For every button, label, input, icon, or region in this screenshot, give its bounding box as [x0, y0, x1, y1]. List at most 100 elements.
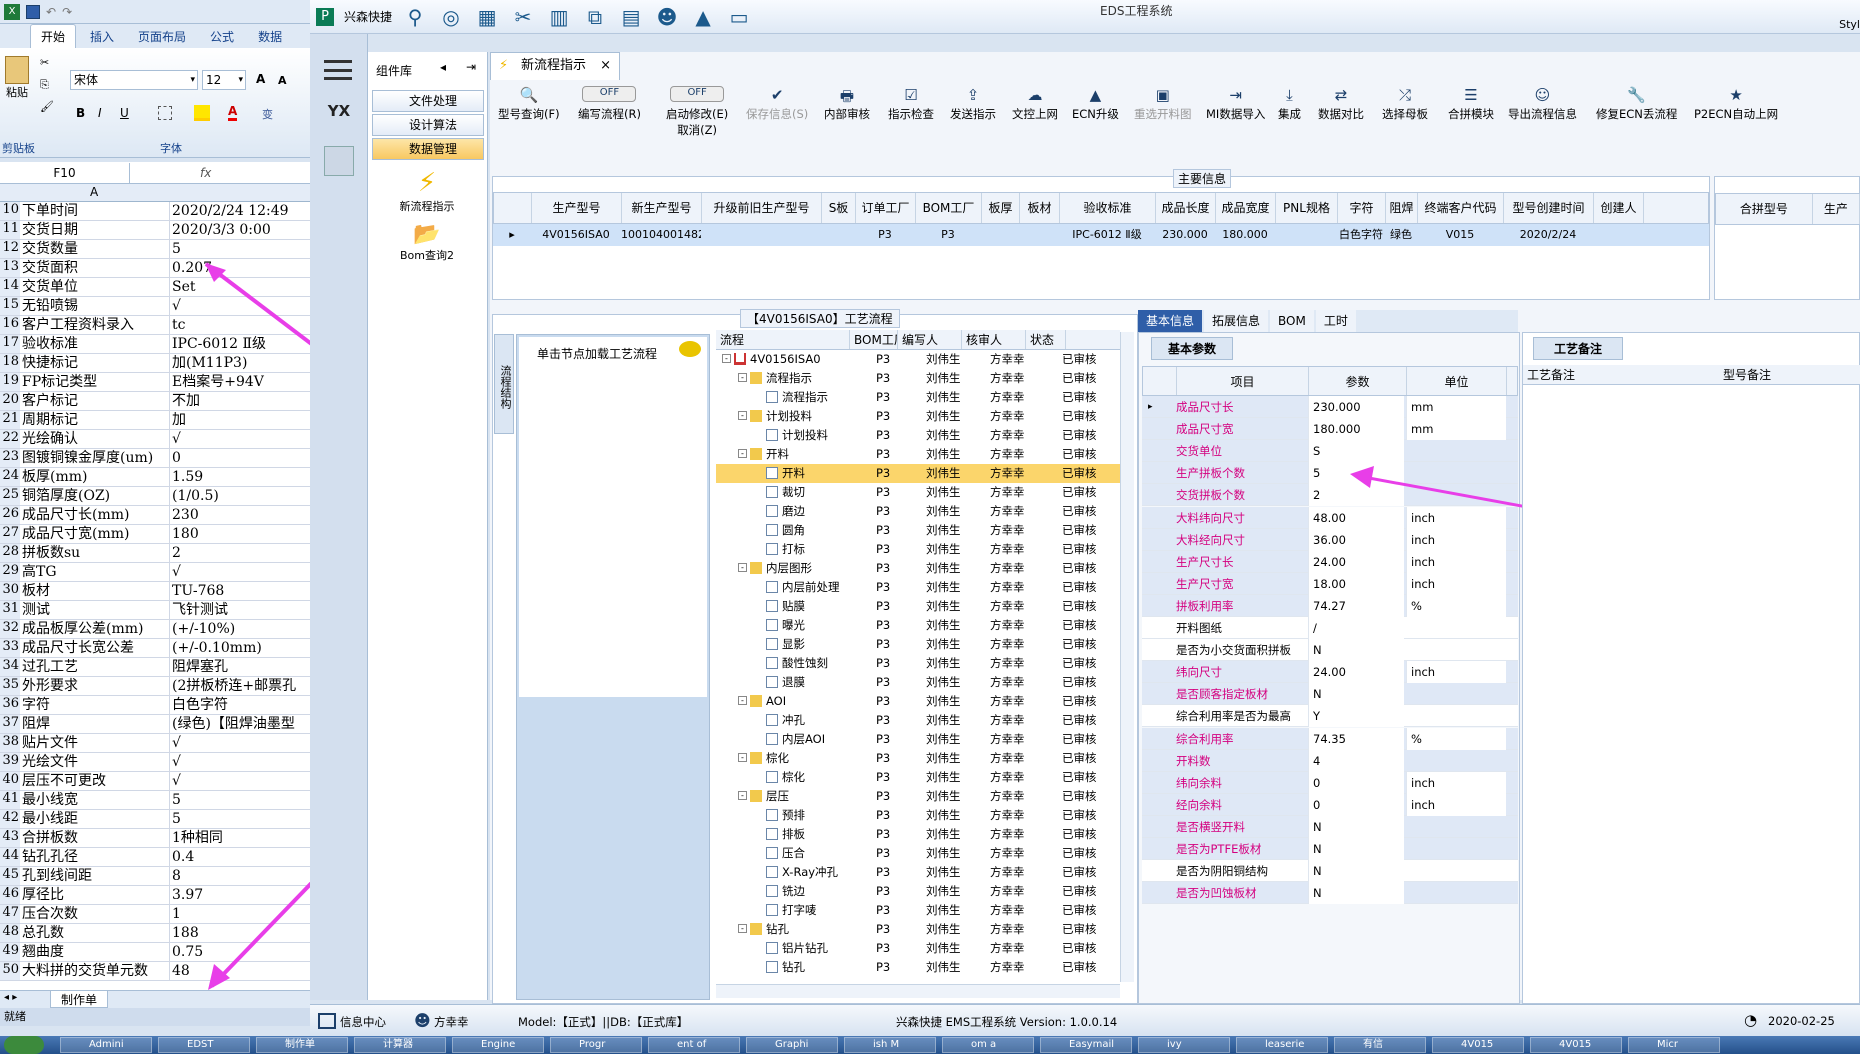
grid-cell[interactable]: 10010400148277	[621, 224, 701, 246]
tree-node[interactable]: 计划投料 P3 刘伟生 方幸幸 已审核	[716, 426, 1120, 445]
tree-node[interactable]: 铣边 P3 刘伟生 方幸幸 已审核	[716, 882, 1120, 901]
param-value[interactable]: 24.00	[1308, 550, 1404, 573]
param-value[interactable]: 74.27	[1308, 594, 1404, 617]
toolbar-button[interactable]: 🔧 修复ECN丢流程	[1596, 86, 1677, 122]
excel-tab-layout[interactable]: 页面布局	[128, 25, 196, 48]
param-value[interactable]: /	[1308, 617, 1404, 639]
tree-node[interactable]: 冲孔 P3 刘伟生 方幸幸 已审核	[716, 711, 1120, 730]
param-row[interactable]: 大料经向尺寸 36.00 inch	[1142, 528, 1518, 551]
excel-tab-insert[interactable]: 插入	[80, 25, 124, 48]
film-icon[interactable]: ▥	[546, 4, 572, 30]
grid-col-header[interactable]: 创建人	[1594, 193, 1644, 223]
params-col-header[interactable]: 项目	[1177, 367, 1309, 395]
table-icon[interactable]: ▦	[474, 4, 500, 30]
taskbar-item[interactable]: ish M	[844, 1037, 936, 1053]
name-box[interactable]: F10	[0, 162, 130, 183]
taskbar-item[interactable]: Micr	[1628, 1037, 1720, 1053]
font-color-icon[interactable]: A	[228, 104, 238, 121]
grid-col-header[interactable]: 阻焊	[1386, 193, 1418, 223]
grid-cell[interactable]: 230.000	[1155, 224, 1215, 246]
grid-cell[interactable]: P3	[915, 224, 981, 246]
grid-col-header[interactable]: 成品长度	[1156, 193, 1216, 223]
tree-node[interactable]: X-Ray冲孔 P3 刘伟生 方幸幸 已审核	[716, 863, 1120, 882]
grid-col-header[interactable]: BOM工厂	[916, 193, 982, 223]
taskbar-item[interactable]: 4V015	[1530, 1037, 1622, 1053]
toolbar-button[interactable]: OFF 启动修改(E) 取消(Z)	[666, 86, 728, 138]
close-icon[interactable]: ×	[600, 53, 611, 79]
tree-node[interactable]: 压合 P3 刘伟生 方幸幸 已审核	[716, 844, 1120, 863]
param-value[interactable]: N	[1308, 815, 1404, 838]
toggle-switch-icon[interactable]: OFF	[582, 86, 637, 102]
param-value[interactable]: 0	[1308, 771, 1404, 794]
tree-node[interactable]: 钻孔 P3 刘伟生 方幸幸 已审核	[716, 958, 1120, 977]
tree-node[interactable]: 打字唛 P3 刘伟生 方幸幸 已审核	[716, 901, 1120, 920]
param-row[interactable]: 拼板利用率 74.27%	[1142, 594, 1518, 617]
grid-col-header[interactable]: 成品宽度	[1216, 193, 1276, 223]
param-row[interactable]: 开料图纸 /	[1142, 617, 1518, 639]
toolbar-button[interactable]: ⇥ MI数据导入	[1206, 86, 1265, 122]
grid-cell[interactable]: P3	[855, 224, 915, 246]
grid-cell[interactable]	[701, 224, 821, 246]
comp-item-data[interactable]: 数据管理	[372, 138, 484, 160]
info-center-label[interactable]: 信息中心	[340, 1014, 386, 1030]
toolbar-button[interactable]: ⇄ 数据对比	[1318, 86, 1364, 122]
grid-cell[interactable]: V015	[1417, 224, 1503, 246]
taskbar-item[interactable]: Progr	[550, 1037, 642, 1053]
grid-col-header[interactable]: 订单工厂	[856, 193, 916, 223]
detail-tab[interactable]: 拓展信息	[1204, 310, 1269, 332]
grid-cell[interactable]: 白色字符	[1337, 224, 1385, 246]
tree-scrollbar[interactable]	[1120, 332, 1134, 982]
param-row[interactable]: 是否为阴阳铜结构 N	[1142, 860, 1518, 883]
grid-col-header[interactable]: S板	[822, 193, 856, 223]
param-row[interactable]: 开料数 4	[1142, 749, 1518, 772]
craft-tab[interactable]: 工艺备注	[1533, 337, 1624, 360]
comp-item-algo[interactable]: 设计算法	[372, 114, 484, 136]
grid-cell[interactable]	[1019, 224, 1059, 246]
taskbar-item[interactable]: 4V015	[1432, 1037, 1524, 1053]
tree-col-header[interactable]: 核审人	[962, 330, 1026, 349]
grid-col-header[interactable]: 终端客户代码	[1418, 193, 1504, 223]
tree-node[interactable]: - 计划投料 P3 刘伟生 方幸幸 已审核	[716, 407, 1120, 426]
grid-col-header[interactable]: 升级前旧生产型号	[702, 193, 822, 223]
calculator-icon[interactable]	[324, 146, 354, 176]
toolbar-button[interactable]: ★ P2ECN自动上网	[1694, 86, 1778, 122]
comp-item-file[interactable]: 文件处理	[372, 90, 484, 112]
sheet-tab[interactable]: 制作单	[50, 991, 109, 1008]
excel-logo-icon[interactable]: X	[4, 3, 20, 20]
tree-node[interactable]: 流程指示 P3 刘伟生 方幸幸 已审核	[716, 388, 1120, 407]
param-row[interactable]: 生产尺寸长 24.00 inch	[1142, 550, 1518, 573]
toolbar-button[interactable]: ⤓ 集成	[1278, 86, 1301, 122]
toolbar-button[interactable]: 🖶 内部审核	[824, 86, 870, 122]
expand-icon[interactable]: -	[738, 753, 747, 762]
detail-tab[interactable]: 工时	[1315, 310, 1356, 332]
param-value[interactable]: 0	[1308, 793, 1404, 816]
excel-tab-data[interactable]: 数据	[248, 25, 292, 48]
params-col-header[interactable]: 单位	[1407, 367, 1507, 395]
cut-icon[interactable]: ✂	[40, 56, 49, 69]
sheet-nav-icon[interactable]: ◂ ▸	[4, 992, 17, 1003]
fx-icon[interactable]: fx	[200, 166, 211, 180]
toolbar-button[interactable]: ✔ 保存信息(S)	[746, 86, 808, 122]
taskbar-item[interactable]: Engine	[452, 1037, 544, 1053]
grid-cell[interactable]	[1593, 224, 1643, 246]
tree-node[interactable]: 酸性蚀刻 P3 刘伟生 方幸幸 已审核	[716, 654, 1120, 673]
param-row[interactable]: 是否为小交货面积拼板 N	[1142, 639, 1518, 662]
param-row[interactable]: 经向余料 0 inch	[1142, 793, 1518, 816]
monitor-icon[interactable]: ▭	[726, 4, 752, 30]
param-row[interactable]: 是否顾客指定板材 N	[1142, 683, 1518, 706]
toolbar-button[interactable]: ☁ 文控上网	[1012, 86, 1058, 122]
tree-node[interactable]: 曝光 P3 刘伟生 方幸幸 已审核	[716, 616, 1120, 635]
taskbar-item[interactable]: ivy	[1138, 1037, 1230, 1053]
param-value[interactable]: 230.000	[1308, 396, 1404, 418]
tree-node[interactable]: 贴膜 P3 刘伟生 方幸幸 已审核	[716, 597, 1120, 616]
tree-node[interactable]: - 钻孔 P3 刘伟生 方幸幸 已审核	[716, 920, 1120, 939]
tree-node[interactable]: 内层前处理 P3 刘伟生 方幸幸 已审核	[716, 578, 1120, 597]
tree-node[interactable]: 裁切 P3 刘伟生 方幸幸 已审核	[716, 483, 1120, 502]
shrink-font-icon[interactable]: A	[278, 74, 287, 87]
tree-node[interactable]: 圆角 P3 刘伟生 方幸幸 已审核	[716, 521, 1120, 540]
tree-node[interactable]: - AOI P3 刘伟生 方幸幸 已审核	[716, 692, 1120, 711]
param-value[interactable]: 4	[1308, 749, 1404, 772]
tree-node[interactable]: 显影 P3 刘伟生 方幸幸 已审核	[716, 635, 1120, 654]
expand-icon[interactable]: -	[738, 924, 747, 933]
taskbar-item[interactable]: Admini	[60, 1037, 152, 1053]
